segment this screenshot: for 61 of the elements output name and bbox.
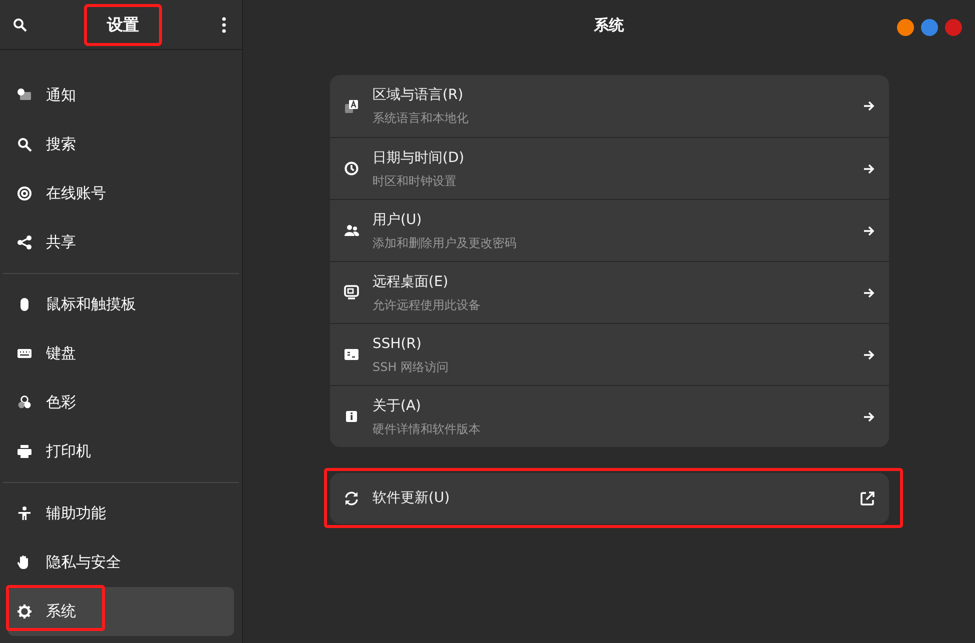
search-icon xyxy=(17,137,32,152)
sidebar-item[interactable]: 辅助功能 xyxy=(8,489,234,538)
arrow-right-icon xyxy=(862,348,874,360)
window-control-button[interactable] xyxy=(897,19,914,36)
menu-icon xyxy=(222,16,226,32)
sidebar-item[interactable]: 打印机 xyxy=(8,427,234,476)
sidebar-item[interactable]: 鼠标和触摸板 xyxy=(8,280,234,329)
info-icon xyxy=(344,409,358,424)
external-link-icon xyxy=(860,491,874,506)
notification-icon xyxy=(17,88,32,103)
row-subtitle: 时区和时钟设置 xyxy=(372,172,458,190)
row-title: 软件更新(U) xyxy=(372,489,451,508)
search-icon xyxy=(13,18,27,32)
settings-row[interactable]: 软件更新(U) xyxy=(330,473,888,524)
language-icon xyxy=(344,98,358,114)
sidebar-item[interactable]: 色彩 xyxy=(8,378,234,427)
monitor-icon xyxy=(344,285,358,300)
sidebar-item[interactable]: 隐私与安全 xyxy=(8,538,234,587)
arrow-right-icon xyxy=(862,100,874,112)
arrow-right-icon xyxy=(862,224,874,236)
settings-row[interactable]: SSH(R) SSH 网络访问 xyxy=(330,323,888,385)
users-icon xyxy=(344,223,358,238)
search-button[interactable] xyxy=(12,16,28,32)
row-subtitle: 系统语言和本地化 xyxy=(372,110,470,127)
app-title: 设置 xyxy=(84,4,162,46)
row-title: 日期与时间(D) xyxy=(372,148,466,168)
clock-icon xyxy=(344,161,358,176)
row-title: 用户(U) xyxy=(372,210,423,230)
row-title: SSH(R) xyxy=(372,334,422,354)
keyboard-icon xyxy=(17,346,32,361)
settings-row[interactable]: 关于(A) 硬件详情和软件版本 xyxy=(330,385,888,447)
arrow-right-icon xyxy=(862,286,874,298)
sidebar-item[interactable]: 系统 xyxy=(8,587,234,636)
printer-icon xyxy=(17,444,32,459)
arrow-right-icon xyxy=(862,410,874,422)
row-subtitle: SSH 网络访问 xyxy=(372,358,450,376)
share-icon xyxy=(17,235,32,250)
sidebar-item[interactable]: 共享 xyxy=(8,218,234,267)
window-control-button[interactable] xyxy=(945,19,962,36)
settings-row[interactable]: 用户(U) 添加和删除用户及更改密码 xyxy=(330,199,888,261)
row-subtitle: 允许远程使用此设备 xyxy=(372,296,482,314)
page-title: 系统 xyxy=(594,14,624,36)
settings-row[interactable]: 远程桌面(E) 允许远程使用此设备 xyxy=(330,261,888,323)
row-title: 区域与语言(R) xyxy=(372,86,464,105)
refresh-icon xyxy=(344,491,358,506)
color-circles-icon xyxy=(17,395,32,410)
row-subtitle: 添加和删除用户及更改密码 xyxy=(372,234,518,252)
window-control-button[interactable] xyxy=(921,19,938,36)
settings-row[interactable]: 区域与语言(R) 系统语言和本地化 xyxy=(330,75,888,137)
row-title: 远程桌面(E) xyxy=(372,272,450,292)
sidebar-item[interactable]: 搜索 xyxy=(8,120,234,169)
sidebar-item[interactable]: 通知 xyxy=(8,71,234,120)
sidebar-item[interactable]: 在线账号 xyxy=(8,169,234,218)
row-title: 关于(A) xyxy=(372,396,422,416)
row-subtitle: 硬件详情和软件版本 xyxy=(372,420,482,438)
settings-row[interactable]: 日期与时间(D) 时区和时钟设置 xyxy=(330,137,888,199)
gear-icon xyxy=(17,604,32,619)
sidebar-item[interactable]: 键盘 xyxy=(8,329,234,378)
person-icon xyxy=(17,506,32,521)
terminal-icon xyxy=(344,347,358,362)
arrow-right-icon xyxy=(862,162,874,174)
